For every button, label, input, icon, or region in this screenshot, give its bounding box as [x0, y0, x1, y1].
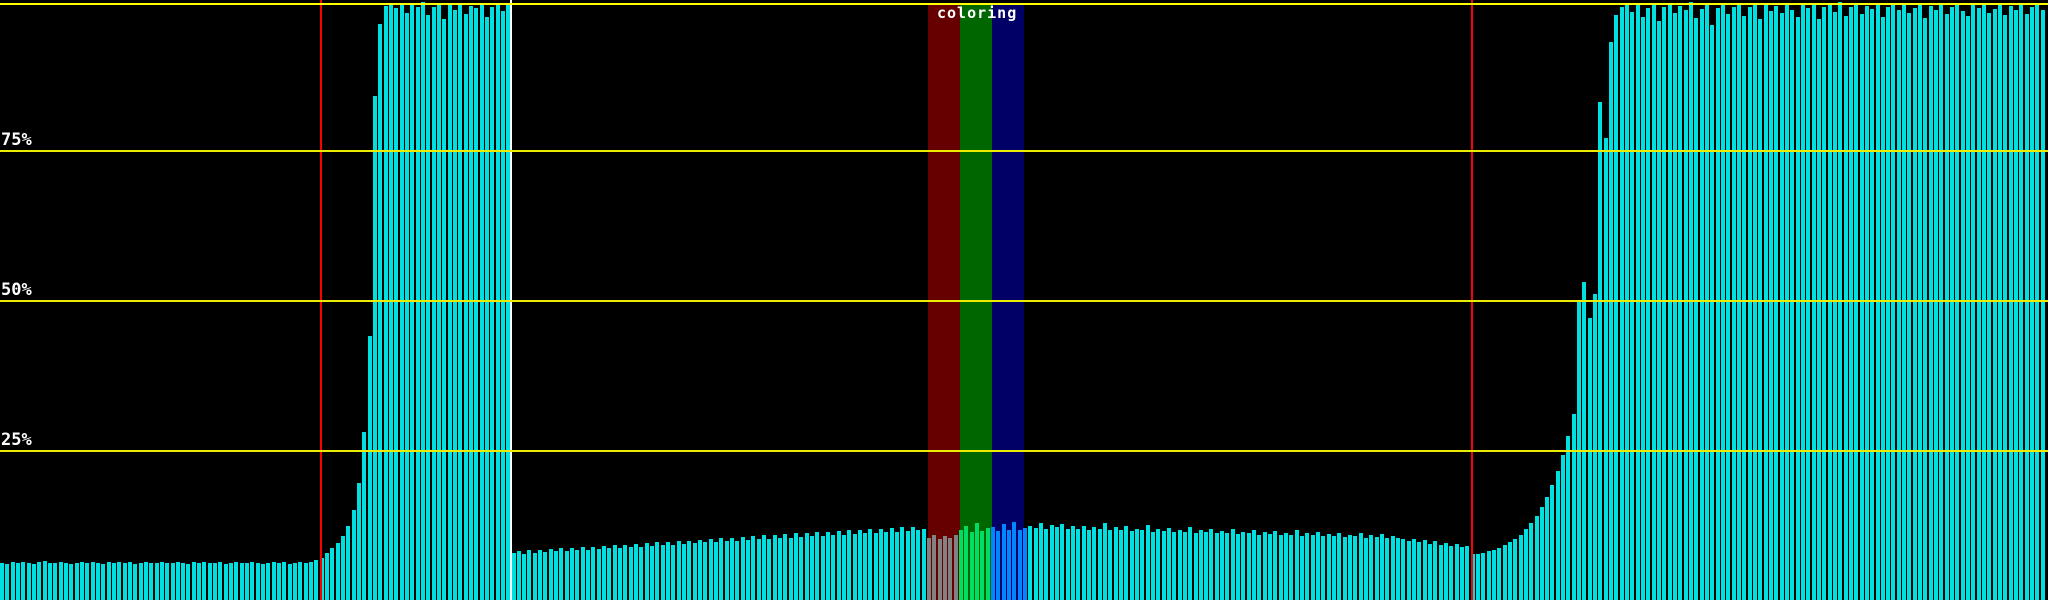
utilization-histogram-chart: coloring 75% 50% 25%	[0, 0, 2048, 600]
marker-red-right	[1471, 0, 1473, 600]
divider-white	[510, 0, 512, 600]
marker-red-left	[320, 0, 322, 600]
vertical-markers	[0, 0, 2048, 600]
